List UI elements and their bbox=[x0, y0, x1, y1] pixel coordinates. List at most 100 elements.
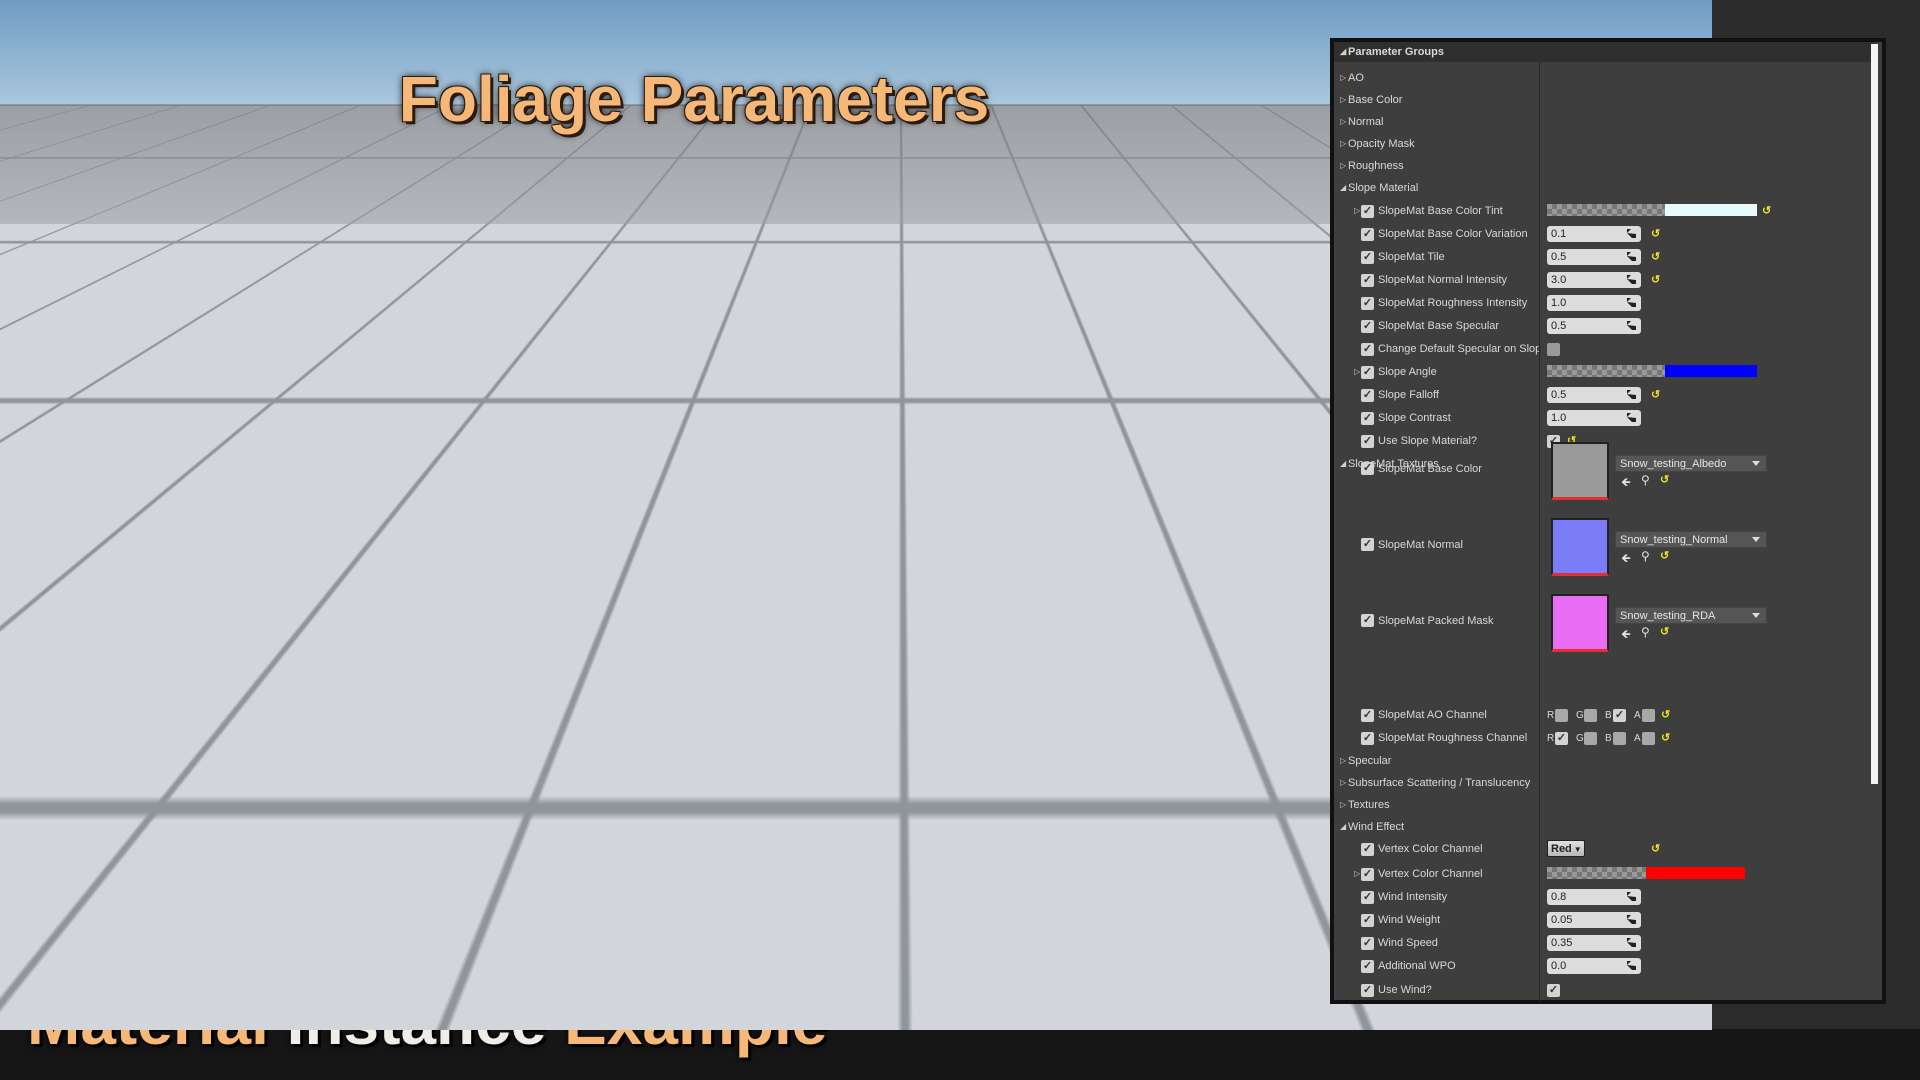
override-checkbox[interactable]: ✓ bbox=[1361, 274, 1374, 287]
drag-spin-icon[interactable] bbox=[1627, 938, 1636, 947]
reset-to-default-icon[interactable]: ↺ bbox=[1660, 473, 1669, 486]
value-field[interactable]: 1.0 bbox=[1547, 295, 1641, 311]
channel-checkbox-g[interactable] bbox=[1584, 709, 1597, 722]
value-field[interactable]: 0.05 bbox=[1547, 912, 1641, 928]
texture-asset-dropdown[interactable]: Snow_testing_Albedo bbox=[1615, 455, 1767, 472]
color-swatch-bar[interactable] bbox=[1547, 365, 1757, 377]
reset-to-default-icon[interactable]: ↺ bbox=[1660, 625, 1669, 638]
param-row-group[interactable]: ▷ Opacity Mask bbox=[1334, 136, 1874, 154]
expanded-triangle-icon[interactable]: ◢ bbox=[1340, 822, 1346, 831]
param-row-group[interactable]: ▷ Roughness bbox=[1334, 158, 1874, 176]
texture-thumbnail[interactable] bbox=[1551, 518, 1609, 576]
value-field[interactable]: 0.1 bbox=[1547, 226, 1641, 242]
channel-checkbox-g[interactable] bbox=[1584, 732, 1597, 745]
param-row-group[interactable]: ◢ Wind Effect bbox=[1334, 819, 1874, 837]
reset-to-default-icon[interactable]: ↺ bbox=[1661, 731, 1670, 744]
reset-to-default-icon[interactable]: ↺ bbox=[1651, 250, 1660, 263]
use-selected-arrow-icon[interactable]: 🡸 bbox=[1621, 549, 1631, 570]
override-checkbox[interactable]: ✓ bbox=[1361, 251, 1374, 264]
reset-to-default-icon[interactable]: ↺ bbox=[1661, 708, 1670, 721]
value-field[interactable]: 0.5 bbox=[1547, 387, 1641, 403]
drag-spin-icon[interactable] bbox=[1627, 275, 1636, 284]
collapsed-triangle-icon[interactable]: ▷ bbox=[1340, 139, 1346, 148]
param-row-group[interactable]: ▷ Subsurface Scattering / Translucency bbox=[1334, 775, 1874, 793]
drag-spin-icon[interactable] bbox=[1627, 321, 1636, 330]
parameter-groups-header[interactable]: ◢ Parameter Groups bbox=[1334, 42, 1874, 62]
value-field[interactable]: 1.0 bbox=[1547, 410, 1641, 426]
override-checkbox[interactable]: ✓ bbox=[1361, 297, 1374, 310]
channel-checkbox-b[interactable] bbox=[1613, 732, 1626, 745]
reset-to-default-icon[interactable]: ↺ bbox=[1651, 273, 1660, 286]
override-checkbox[interactable]: ✓ bbox=[1361, 412, 1374, 425]
drag-spin-icon[interactable] bbox=[1627, 390, 1636, 399]
override-checkbox[interactable]: ✓ bbox=[1361, 462, 1374, 475]
expanded-triangle-icon[interactable]: ◢ bbox=[1340, 459, 1346, 468]
use-selected-arrow-icon[interactable]: 🡸 bbox=[1621, 473, 1631, 494]
override-checkbox[interactable]: ✓ bbox=[1361, 984, 1374, 997]
override-checkbox[interactable]: ✓ bbox=[1361, 914, 1374, 927]
channel-checkbox-r[interactable]: ✓ bbox=[1555, 732, 1568, 745]
param-row-group[interactable]: ▷ AO bbox=[1334, 70, 1874, 88]
override-checkbox[interactable]: ✓ bbox=[1361, 389, 1374, 402]
drag-spin-icon[interactable] bbox=[1627, 413, 1636, 422]
collapsed-triangle-icon[interactable]: ▷ bbox=[1340, 800, 1346, 809]
collapsed-triangle-icon[interactable]: ▷ bbox=[1340, 73, 1346, 82]
drag-spin-icon[interactable] bbox=[1627, 229, 1636, 238]
value-field[interactable]: 0.35 bbox=[1547, 935, 1641, 951]
override-checkbox[interactable]: ✓ bbox=[1361, 320, 1374, 333]
color-swatch-bar[interactable] bbox=[1547, 204, 1757, 216]
channel-checkbox-a[interactable] bbox=[1642, 732, 1655, 745]
expand-triangle-icon[interactable]: ▷ bbox=[1354, 367, 1360, 376]
drag-spin-icon[interactable] bbox=[1627, 892, 1636, 901]
value-field[interactable]: 0.5 bbox=[1547, 318, 1641, 334]
texture-asset-dropdown[interactable]: Snow_testing_Normal bbox=[1615, 531, 1767, 548]
collapsed-triangle-icon[interactable]: ▷ bbox=[1340, 756, 1346, 765]
reset-to-default-icon[interactable]: ↺ bbox=[1762, 204, 1771, 217]
value-field[interactable]: 3.0 bbox=[1547, 272, 1641, 288]
override-checkbox[interactable]: ✓ bbox=[1361, 205, 1374, 218]
reset-to-default-icon[interactable]: ↺ bbox=[1660, 549, 1669, 562]
param-row-group[interactable]: ▷ Normal bbox=[1334, 114, 1874, 132]
color-swatch-bar[interactable] bbox=[1547, 867, 1745, 879]
texture-thumbnail[interactable] bbox=[1551, 594, 1609, 652]
texture-thumbnail[interactable] bbox=[1551, 442, 1609, 500]
drag-spin-icon[interactable] bbox=[1627, 298, 1636, 307]
override-checkbox[interactable]: ✓ bbox=[1361, 843, 1374, 856]
expand-triangle-icon[interactable]: ▷ bbox=[1354, 869, 1360, 878]
value-field[interactable]: 0.0 bbox=[1547, 958, 1641, 974]
override-checkbox[interactable]: ✓ bbox=[1361, 228, 1374, 241]
param-row-group[interactable]: ▷ Textures bbox=[1334, 797, 1874, 815]
drag-spin-icon[interactable] bbox=[1627, 961, 1636, 970]
browse-search-icon[interactable]: ⚲ bbox=[1641, 473, 1650, 487]
override-checkbox[interactable]: ✓ bbox=[1361, 709, 1374, 722]
channel-checkbox-b[interactable]: ✓ bbox=[1613, 709, 1626, 722]
value-field[interactable]: 0.5 bbox=[1547, 249, 1641, 265]
channel-checkbox-r[interactable] bbox=[1555, 709, 1568, 722]
override-checkbox[interactable]: ✓ bbox=[1361, 366, 1374, 379]
override-checkbox[interactable]: ✓ bbox=[1361, 937, 1374, 950]
browse-search-icon[interactable]: ⚲ bbox=[1641, 625, 1650, 639]
expand-triangle-icon[interactable]: ▷ bbox=[1354, 206, 1360, 215]
collapsed-triangle-icon[interactable]: ▷ bbox=[1340, 778, 1346, 787]
drag-spin-icon[interactable] bbox=[1627, 252, 1636, 261]
param-row-group[interactable]: ◢ Slope Material bbox=[1334, 180, 1874, 198]
value-checkbox[interactable] bbox=[1547, 343, 1560, 356]
param-row-group[interactable]: ▷ Specular bbox=[1334, 753, 1874, 771]
reset-to-default-icon[interactable]: ↺ bbox=[1651, 388, 1660, 401]
value-checkbox[interactable]: ✓ bbox=[1547, 984, 1560, 997]
expanded-triangle-icon[interactable]: ◢ bbox=[1340, 183, 1346, 192]
channel-checkbox-a[interactable] bbox=[1642, 709, 1655, 722]
override-checkbox[interactable]: ✓ bbox=[1361, 435, 1374, 448]
value-field[interactable]: 0.8 bbox=[1547, 889, 1641, 905]
override-checkbox[interactable]: ✓ bbox=[1361, 538, 1374, 551]
drag-spin-icon[interactable] bbox=[1627, 915, 1636, 924]
override-checkbox[interactable]: ✓ bbox=[1361, 343, 1374, 356]
override-checkbox[interactable]: ✓ bbox=[1361, 960, 1374, 973]
vertex-channel-select[interactable]: Red ▼ bbox=[1547, 840, 1585, 857]
override-checkbox[interactable]: ✓ bbox=[1361, 891, 1374, 904]
browse-search-icon[interactable]: ⚲ bbox=[1641, 549, 1650, 563]
reset-to-default-icon[interactable]: ↺ bbox=[1651, 842, 1660, 855]
texture-asset-dropdown[interactable]: Snow_testing_RDA bbox=[1615, 607, 1767, 624]
override-checkbox[interactable]: ✓ bbox=[1361, 868, 1374, 881]
collapsed-triangle-icon[interactable]: ▷ bbox=[1340, 95, 1346, 104]
